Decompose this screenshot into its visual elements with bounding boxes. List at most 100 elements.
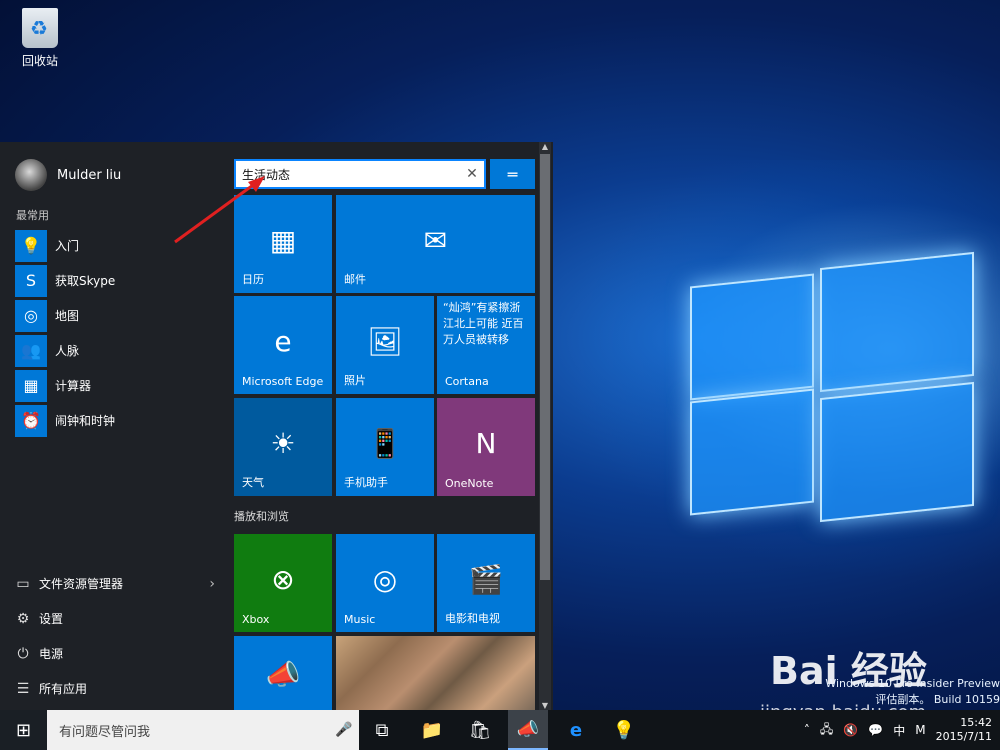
skype-icon: S	[15, 264, 47, 297]
microphone-icon[interactable]: 🎤	[329, 722, 359, 738]
file-explorer-item[interactable]: ▭ 文件资源管理器 ›	[15, 566, 215, 601]
keyboard-indicator[interactable]: M	[915, 723, 925, 737]
windows-logo-icon: ⊞	[15, 719, 32, 741]
phone-icon: 📱	[367, 427, 403, 461]
app-label: 入门	[55, 239, 80, 253]
app-label: 闹钟和时钟	[55, 414, 116, 428]
tile-onenote[interactable]: N OneNote	[437, 398, 535, 496]
tile-search-box: ✕	[234, 159, 486, 189]
bottom-item-label: 所有应用	[39, 682, 88, 696]
task-view-icon: ⧉	[375, 719, 389, 741]
tile-news-photo[interactable]	[336, 636, 535, 710]
app-item-get-started[interactable]: 💡 入门	[15, 228, 115, 263]
store-button[interactable]: 🛍	[460, 710, 500, 750]
edge-taskbar-button[interactable]: e	[556, 710, 596, 750]
tile-get-started[interactable]: 📣	[234, 636, 332, 710]
windows-logo-wallpaper	[690, 250, 990, 523]
tile-mail[interactable]: ✉ 邮件	[336, 195, 535, 293]
task-view-button[interactable]: ⧉	[362, 710, 402, 750]
cortana-search-box[interactable]: 有问题尽管问我 🎤	[47, 710, 359, 750]
taskbar: ⊞ 有问题尽管问我 🎤 ⧉ 📁 🛍 📣 e 💡 ˄ 🖧 🔇 💬 中 M 15:4…	[0, 710, 1000, 750]
tips-taskbar-button[interactable]: 💡	[604, 710, 644, 750]
tile-label: 天气	[242, 476, 264, 489]
tile-label: 手机助手	[344, 476, 388, 489]
get-started-taskbar-button[interactable]: 📣	[508, 710, 548, 750]
start-menu: Mulder liu 最常用 💡 入门 S 获取Skype ◎ 地图 👥 人脉 …	[0, 142, 553, 710]
folder-icon: 📁	[420, 719, 444, 741]
edge-icon: e	[274, 325, 292, 359]
network-icon[interactable]: 🖧	[820, 720, 833, 741]
edge-icon: e	[569, 719, 583, 741]
tile-label: 邮件	[344, 273, 366, 286]
app-item-skype[interactable]: S 获取Skype	[15, 263, 115, 298]
settings-item[interactable]: ⚙ 设置	[15, 601, 215, 636]
bottom-item-label: 文件资源管理器	[39, 577, 124, 591]
power-icon: ⏻	[17, 645, 29, 662]
close-icon[interactable]: ✕	[460, 166, 484, 182]
recycle-bin[interactable]: 回收站	[12, 8, 68, 69]
app-item-calculator[interactable]: ▦ 计算器	[15, 368, 115, 403]
most-used-list: 💡 入门 S 获取Skype ◎ 地图 👥 人脉 ▦ 计算器 ⏰ 闹钟和时钟	[15, 228, 115, 438]
store-icon: 🛍	[468, 719, 492, 741]
megaphone-icon: 📣	[265, 658, 301, 692]
music-icon: ◎	[372, 563, 398, 597]
user-name: Mulder liu	[57, 167, 122, 183]
people-icon: 👥	[15, 334, 47, 367]
lightbulb-icon: 💡	[612, 719, 636, 741]
power-item[interactable]: ⏻ 电源	[15, 636, 215, 671]
app-item-people[interactable]: 👥 人脉	[15, 333, 115, 368]
system-tray: ˄ 🖧 🔇 💬 中 M 15:42 2015/7/11	[804, 710, 992, 750]
calculator-icon: ▦	[15, 369, 47, 402]
file-explorer-button[interactable]: 📁	[412, 710, 452, 750]
tile-cortana[interactable]: “灿鸿”有紧擦浙江北上可能 近百万人员被转移 Cortana	[437, 296, 535, 394]
avatar	[15, 159, 47, 191]
notification-icon[interactable]: 💬	[868, 723, 883, 737]
group-label-play: 播放和浏览	[234, 510, 289, 523]
app-item-maps[interactable]: ◎ 地图	[15, 298, 115, 333]
sun-icon: ☀	[270, 427, 296, 461]
tile-label: OneNote	[445, 477, 494, 490]
most-used-label: 最常用	[16, 209, 49, 222]
chevron-right-icon[interactable]: ›	[209, 576, 215, 592]
tile-movies[interactable]: 🎬 电影和电视	[437, 534, 535, 632]
xbox-icon: ⊗	[271, 563, 295, 597]
group-menu-button[interactable]: ═	[490, 159, 535, 189]
user-account[interactable]: Mulder liu	[15, 159, 121, 191]
bottom-item-label: 电源	[39, 647, 64, 661]
tile-label: Cortana	[445, 375, 489, 388]
tile-label: 电影和电视	[445, 612, 500, 625]
app-label: 人脉	[55, 344, 80, 358]
tile-music[interactable]: ◎ Music	[336, 534, 434, 632]
clock[interactable]: 15:42 2015/7/11	[936, 716, 992, 744]
tile-weather[interactable]: ☀ 天气	[234, 398, 332, 496]
tile-label: Microsoft Edge	[242, 375, 324, 388]
tile-label: 日历	[242, 273, 264, 286]
scroll-thumb[interactable]	[540, 154, 550, 580]
film-icon: 🎬	[468, 563, 504, 597]
app-item-alarms[interactable]: ⏰ 闹钟和时钟	[15, 403, 115, 438]
tile-phone-companion[interactable]: 📱 手机助手	[336, 398, 434, 496]
tile-label: 照片	[344, 374, 366, 387]
red-arrow-annotation	[174, 176, 265, 244]
tile-photos[interactable]: 🖼 照片	[336, 296, 434, 394]
app-label: 地图	[55, 309, 80, 323]
ime-indicator[interactable]: 中	[893, 722, 905, 739]
volume-muted-icon[interactable]: 🔇	[843, 723, 858, 737]
all-apps-item[interactable]: ☰ 所有应用	[15, 671, 215, 706]
watermark-line2: 评估副本。 Build 10159	[875, 693, 1000, 706]
tile-xbox[interactable]: ⊗ Xbox	[234, 534, 332, 632]
onenote-icon: N	[475, 427, 497, 461]
chevron-up-icon[interactable]: ˄	[804, 723, 810, 737]
alarm-icon: ⏰	[15, 404, 47, 437]
start-scrollbar[interactable]: ▲ ▼	[539, 142, 551, 710]
folder-icon: ▭	[16, 575, 30, 592]
tile-label: Music	[344, 613, 376, 626]
tile-label: Xbox	[242, 613, 270, 626]
scroll-up-icon[interactable]: ▲	[539, 142, 551, 151]
start-button[interactable]: ⊞	[0, 710, 47, 750]
watermark-line1: Windows 10 Pro Insider Preview	[825, 677, 1000, 690]
recycle-bin-label: 回收站	[21, 54, 58, 68]
gear-icon: ⚙	[16, 610, 30, 627]
scroll-down-icon[interactable]: ▼	[539, 701, 551, 710]
tile-edge[interactable]: e Microsoft Edge	[234, 296, 332, 394]
